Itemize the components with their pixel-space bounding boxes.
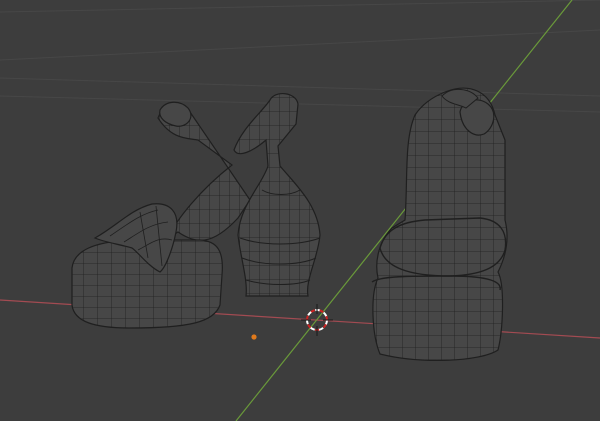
3d-viewport[interactable] (0, 0, 600, 421)
object-origin-icon (251, 334, 257, 340)
viewport-canvas[interactable] (0, 0, 600, 421)
